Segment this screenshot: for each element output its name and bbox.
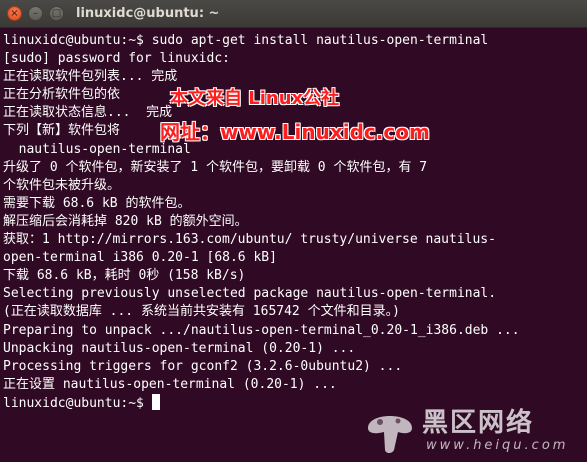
terminal-line: 个软件包未被升级。 <box>3 177 121 193</box>
terminal-line: Unpacking nautilus-open-terminal (0.20-1… <box>3 340 356 356</box>
watermark-source: 本文来自 Linux公社 <box>170 88 340 109</box>
terminal-window: × – □ linuxidc@ubuntu: ~ linuxidc@ubuntu… <box>0 0 587 462</box>
text-cursor <box>151 393 160 410</box>
terminal-line: Selecting previously unselected package … <box>3 286 497 302</box>
maximize-icon: □ <box>51 7 62 19</box>
maximize-button[interactable]: □ <box>49 6 64 21</box>
terminal-line: 需要下载 68.6 kB 的软件包。 <box>3 195 191 211</box>
terminal-line: 获取：1 http://mirrors.163.com/ubuntu/ trus… <box>3 232 496 248</box>
terminal-line: Processing triggers for gconf2 (3.2.6-0u… <box>3 358 403 374</box>
logo-url: www.heiqu.com <box>426 438 569 453</box>
terminal-line: 解压缩后会消耗掉 820 kB 的额外空间。 <box>3 213 248 229</box>
watermark-url: 网址：www.Linuxidc.com <box>160 120 430 144</box>
terminal-line: 正在设置 nautilus-open-terminal (0.20-1) ... <box>3 376 337 392</box>
terminal-line: [sudo] password for linuxidc: <box>3 51 230 67</box>
title-bar[interactable]: × – □ linuxidc@ubuntu: ~ <box>0 0 587 28</box>
mushroom-logo-icon <box>368 416 412 453</box>
terminal-line: 下载 68.6 kB，耗时 0秒 (158 kB/s) <box>3 268 246 284</box>
minimize-button[interactable]: – <box>28 6 43 21</box>
terminal-line: open-terminal i386 0.20-1 [68.6 kB] <box>3 250 277 266</box>
shell-prompt: linuxidc@ubuntu:~$ <box>3 395 152 411</box>
terminal-line: linuxidc@ubuntu:~$ sudo apt-get install … <box>3 33 489 48</box>
terminal-line: Preparing to unpack .../nautilus-open-te… <box>3 322 520 338</box>
terminal-line: (正在读取数据库 ... 系统当前共安装有 165742 个文件和目录。) <box>3 304 400 320</box>
site-logo: 黑区网络 www.heiqu.com <box>360 398 585 460</box>
close-icon: × <box>10 7 19 19</box>
minimize-icon: – <box>33 7 38 19</box>
terminal-line: 升级了 0 个软件包，新安装了 1 个软件包，要卸载 0 个软件包，有 7 <box>3 159 428 175</box>
window-title: linuxidc@ubuntu: ~ <box>76 6 220 21</box>
close-button[interactable]: × <box>7 6 22 21</box>
logo-text: 黑区网络 <box>422 408 535 438</box>
